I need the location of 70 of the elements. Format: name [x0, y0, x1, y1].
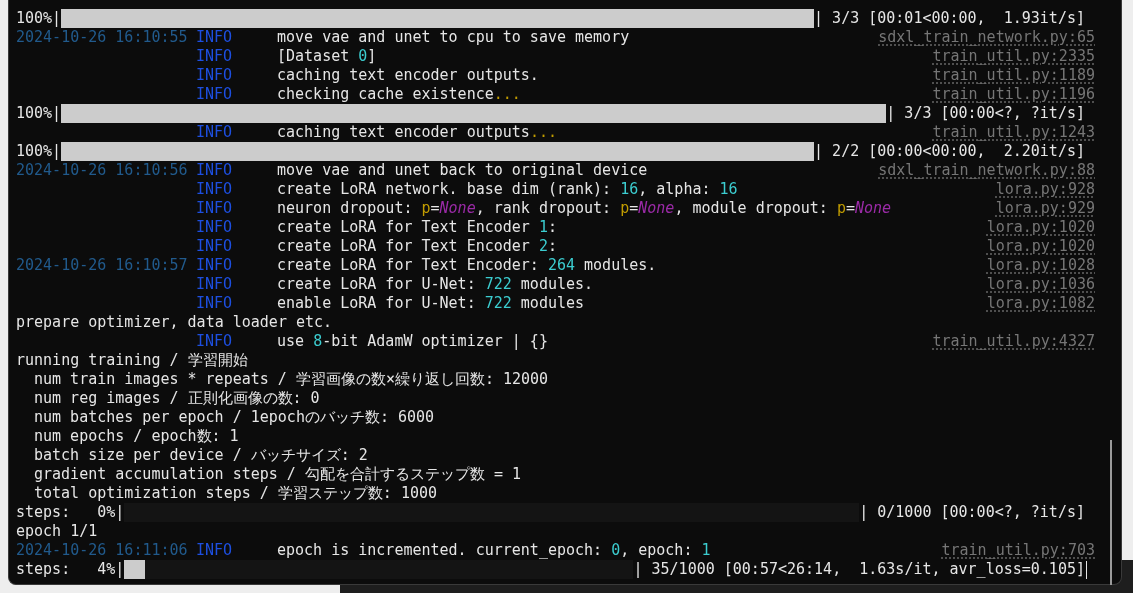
source-link[interactable]: train_util.py:2335	[932, 47, 1095, 66]
log-level: INFO	[196, 541, 234, 560]
log-level: INFO	[196, 66, 234, 85]
source-link[interactable]: train_util.py:1196	[932, 85, 1095, 104]
output-line: batch size per device / バッチサイズ: 2	[33, 446, 368, 465]
log-level: INFO	[196, 218, 234, 237]
log-level: INFO	[196, 123, 234, 142]
log-level: INFO	[196, 85, 234, 104]
progress-label: steps: 0%|	[16, 503, 125, 522]
source-link[interactable]: train_util.py:4327	[932, 332, 1095, 351]
output-line: num epochs / epoch数: 1	[33, 427, 239, 446]
output-line: total optimization steps / 学習ステップ数: 1000	[33, 484, 437, 503]
log-message: create LoRA for U-Net: 722 modules.	[277, 275, 595, 294]
output-line: epoch 1/1	[16, 522, 98, 541]
log-message: move vae and unet back to original device	[277, 161, 649, 180]
log-level: INFO	[196, 294, 234, 313]
source-link[interactable]: lora.py:1020	[986, 237, 1095, 256]
output-line: num train images * repeats / 学習画像の数×繰り返し回数: 12000	[33, 370, 549, 389]
progress-stats: | 3/3 [00:01<00:00, 1.93it/s]	[814, 9, 1085, 28]
progress-label: 100%|	[16, 104, 62, 123]
log-message: caching text encoder outputs.	[277, 66, 540, 85]
log-message: create LoRA for Text Encoder: 264 modules.	[277, 256, 658, 275]
log-timestamp: 2024-10-26 16:10:56	[16, 161, 189, 180]
log-timestamp: 2024-10-26 16:11:06	[16, 541, 189, 560]
log-level: INFO	[196, 237, 234, 256]
log-level: INFO	[196, 275, 234, 294]
log-timestamp: 2024-10-26 16:10:55	[16, 28, 189, 47]
log-level: INFO	[196, 161, 234, 180]
output-line: num batches per epoch / 1epochのバッチ数: 6000	[33, 408, 435, 427]
output-line: num reg images / 正則化画像の数: 0	[33, 389, 320, 408]
log-level: INFO	[196, 199, 234, 218]
source-link[interactable]: train_util.py:1243	[932, 123, 1095, 142]
source-link[interactable]: train_util.py:703	[941, 541, 1095, 560]
log-message: create LoRA network. base dim (rank): 16, alpha: 16	[277, 180, 739, 199]
log-message: checking cache existence...	[277, 85, 522, 104]
log-message: caching text encoder outputs...	[277, 123, 558, 142]
progress-label: 100%|	[16, 9, 62, 28]
log-message: create LoRA for Text Encoder 1:	[277, 218, 558, 237]
progress-stats: | 2/2 [00:00<00:00, 2.20it/s]	[814, 142, 1085, 161]
log-level: INFO	[196, 28, 234, 47]
source-link[interactable]: lora.py:1020	[986, 218, 1095, 237]
log-message: neuron dropout: p=None, rank dropout: p=None, module dropout: p=None	[277, 199, 893, 218]
log-message: [Dataset 0]	[277, 47, 378, 66]
progress-stats: | 3/3 [00:00<?, ?it/s]	[886, 104, 1085, 123]
progress-label: steps: 4%|	[16, 560, 125, 579]
log-level: INFO	[196, 332, 234, 351]
output-line: gradient accumulation steps / 勾配を合計するステップ数 = 1	[33, 465, 522, 484]
source-link[interactable]: train_util.py:1189	[932, 66, 1095, 85]
log-level: INFO	[196, 47, 234, 66]
log-timestamp: 2024-10-26 16:10:57	[16, 256, 189, 275]
log-message: create LoRA for Text Encoder 2:	[277, 237, 558, 256]
output-line: running training / 学習開始	[16, 351, 248, 370]
scrollbar[interactable]	[1110, 440, 1112, 585]
source-link[interactable]: lora.py:928	[995, 180, 1095, 199]
log-message: move vae and unet to cpu to save memory	[277, 28, 631, 47]
source-link[interactable]: lora.py:1028	[986, 256, 1095, 275]
source-link[interactable]: lora.py:929	[995, 199, 1095, 218]
source-link[interactable]: lora.py:1036	[986, 275, 1095, 294]
source-link[interactable]: sdxl_train_network.py:65	[878, 28, 1095, 47]
log-message: use 8-bit AdamW optimizer | {}	[277, 332, 549, 351]
output-line: prepare optimizer, data loader etc.	[16, 313, 333, 332]
progress-stats: | 35/1000 [00:57<26:14, 1.63s/it, avr_loss=0.105]	[633, 560, 1085, 579]
log-message: enable LoRA for U-Net: 722 modules	[277, 294, 586, 313]
log-level: INFO	[196, 256, 234, 275]
source-link[interactable]: lora.py:1082	[986, 294, 1095, 313]
progress-stats: | 0/1000 [00:00<?, ?it/s]	[859, 503, 1085, 522]
log-message: epoch is incremented. current_epoch: 0, epoch: 1	[277, 541, 712, 560]
source-link[interactable]: sdxl_train_network.py:88	[878, 161, 1095, 180]
progress-label: 100%|	[16, 142, 62, 161]
log-level: INFO	[196, 180, 234, 199]
